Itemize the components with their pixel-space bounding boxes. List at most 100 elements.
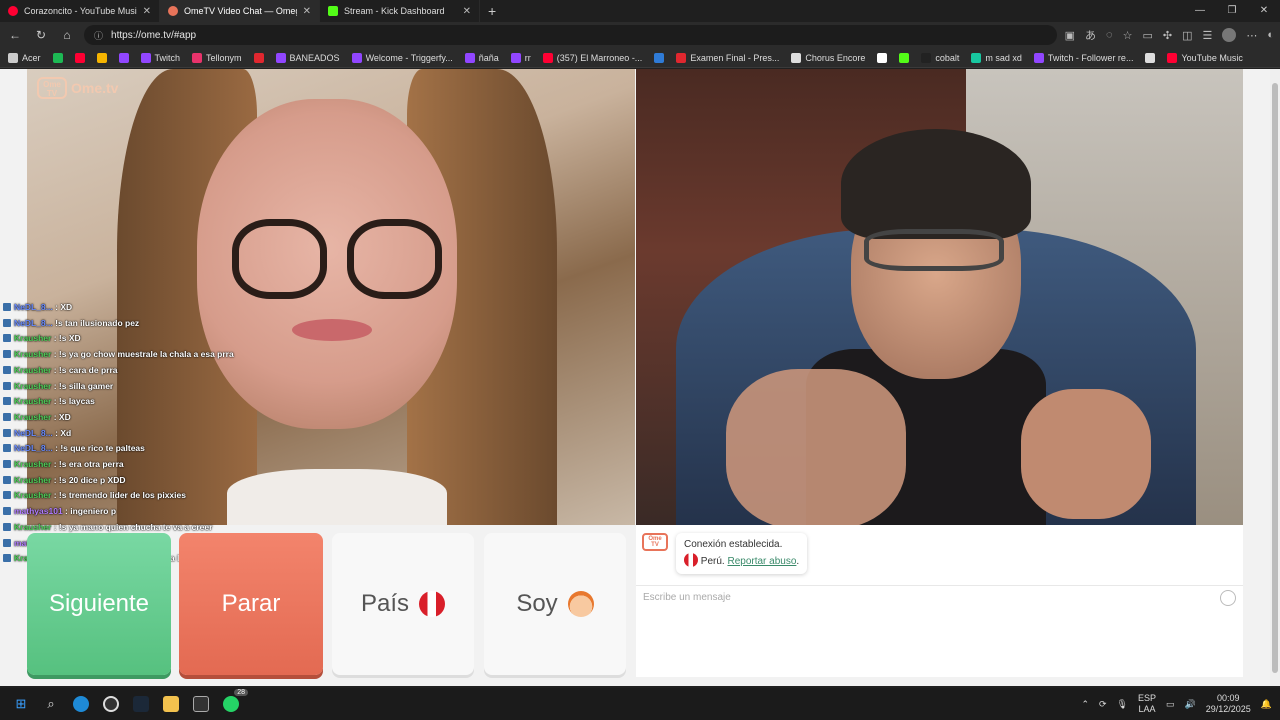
obs-icon[interactable] <box>100 693 122 715</box>
close-icon[interactable]: ✕ <box>303 6 311 17</box>
whatsapp-icon[interactable]: 28 <box>220 689 248 715</box>
language-indicator[interactable]: ESP LAA <box>1138 693 1156 715</box>
bookmark-item[interactable]: Welcome - Triggerfy... <box>351 52 453 63</box>
user-badge-icon <box>3 460 11 469</box>
tab-ometv[interactable]: OmeTV Video Chat — Omegle ✕ <box>160 0 320 22</box>
bookmark-item[interactable]: cobalt <box>921 52 960 63</box>
extensions-icon[interactable]: ✣ <box>1163 29 1172 42</box>
favorite-icon[interactable]: ☆ <box>1123 29 1133 42</box>
bookmark-item[interactable] <box>877 52 888 63</box>
notifications-icon[interactable]: 🔔 <box>1261 699 1272 710</box>
more-tools-icon[interactable]: ◌ <box>1106 29 1113 41</box>
bookmark-item[interactable] <box>1145 52 1156 63</box>
page-scrollbar[interactable] <box>1270 69 1280 686</box>
camera-icon[interactable]: ▭ <box>1142 29 1152 42</box>
bookmark-item[interactable]: Tellonym <box>192 52 242 63</box>
search-icon[interactable]: ⌕ <box>40 693 62 715</box>
url-field[interactable]: ⓘ https://ome.tv/#app <box>84 25 1057 45</box>
copilot-icon[interactable]: ◐ <box>1267 29 1274 41</box>
close-window-icon[interactable]: ✕ <box>1248 0 1280 22</box>
self-video <box>636 69 1243 525</box>
close-icon[interactable]: ✕ <box>143 6 151 17</box>
steam-icon[interactable] <box>130 693 152 715</box>
report-abuse-link[interactable]: Reportar abuso <box>727 556 796 567</box>
close-icon[interactable]: ✕ <box>463 6 471 17</box>
site-info-icon[interactable]: ⓘ <box>94 29 103 42</box>
chat-username: Krausher <box>14 490 52 501</box>
show-hidden-icons[interactable]: ⌃ <box>1081 699 1089 710</box>
address-bar-row: ← ↻ ⌂ ⓘ https://ome.tv/#app ▣ あ ◌ ☆ ▭ ✣ … <box>0 22 1280 48</box>
message-input[interactable]: Escribe un mensaje <box>643 592 1220 603</box>
bookmark-item[interactable] <box>654 52 665 63</box>
clock[interactable]: 00:09 29/12/2025 <box>1206 693 1251 715</box>
stop-button[interactable]: Parar <box>179 533 323 675</box>
chat-text: : ingeniero p <box>65 506 117 517</box>
chat-text: : !s era otra perra <box>53 459 124 470</box>
reload-icon[interactable]: ↻ <box>32 28 50 42</box>
split-screen-icon[interactable]: ◫ <box>1182 29 1192 42</box>
bookmark-item[interactable]: m sad xd <box>971 52 1022 63</box>
microphone-icon[interactable]: 🎙 <box>1117 699 1128 710</box>
volume-icon[interactable]: 🔊 <box>1185 699 1196 710</box>
bookmark-item[interactable]: YouTube Music <box>1167 52 1243 63</box>
bookmark-icon <box>654 52 665 63</box>
windows-start-icon[interactable]: ⊞ <box>10 693 32 715</box>
tab-youtube-music[interactable]: Corazoncito - YouTube Music ✕ <box>0 0 160 22</box>
network-icon[interactable]: ▭ <box>1166 699 1175 710</box>
bookmark-item[interactable]: Twitch - Follower re... <box>1033 52 1133 63</box>
country-button[interactable]: País <box>332 533 474 675</box>
bookmark-item[interactable]: (357) El Marroneo -... <box>542 52 643 63</box>
bookmark-item[interactable]: Chorus Encore <box>791 52 866 63</box>
file-explorer-icon[interactable] <box>160 693 182 715</box>
connection-status: Conexión establecida. <box>684 539 783 550</box>
emoji-icon[interactable] <box>1220 589 1236 606</box>
menu-icon[interactable]: ⋯ <box>1246 29 1257 42</box>
chat-username: NeDL_8... <box>14 302 53 312</box>
bookmark-item[interactable]: Examen Final - Pres... <box>676 52 779 63</box>
bookmark-item[interactable]: Twitch <box>140 52 180 63</box>
bookmark-label: Chorus Encore <box>805 52 866 63</box>
translate-icon[interactable]: あ <box>1085 27 1096 43</box>
notification-badge: 28 <box>234 689 248 696</box>
sync-icon[interactable]: ⟳ <box>1099 699 1107 710</box>
user-badge-icon <box>3 491 11 500</box>
bookmark-item[interactable] <box>118 52 129 63</box>
maximize-icon[interactable]: ❐ <box>1216 0 1248 22</box>
user-badge-icon <box>3 365 11 374</box>
bookmark-item[interactable]: rr <box>510 52 531 63</box>
bookmark-label: (357) El Marroneo -... <box>556 52 643 63</box>
profile-avatar[interactable] <box>1222 28 1237 42</box>
bookmark-label: cobalt <box>935 52 960 63</box>
bookmark-item[interactable]: BANEADOS <box>275 52 340 63</box>
bookmark-item[interactable]: ñaña <box>464 52 499 63</box>
partner-country: Perú. <box>700 556 725 567</box>
bookmark-item[interactable] <box>74 52 85 63</box>
user-badge-icon <box>3 412 11 421</box>
bookmark-item[interactable] <box>253 52 264 63</box>
edge-icon[interactable] <box>70 693 92 715</box>
next-button[interactable]: Siguiente <box>27 533 171 675</box>
app-available-icon[interactable]: ▣ <box>1065 29 1075 42</box>
bookmark-icon <box>676 52 687 63</box>
chat-text: : !s ya mano quien chucha te va a creer <box>53 521 213 532</box>
bookmark-icon <box>921 52 932 63</box>
bookmark-item[interactable]: Acer <box>8 52 41 63</box>
bookmark-icon <box>464 52 475 63</box>
favorites-icon[interactable]: ☰ <box>1202 29 1212 42</box>
bookmark-item[interactable] <box>899 52 910 63</box>
chat-username: NeDL_8... <box>14 317 53 328</box>
tab-kick-dashboard[interactable]: Stream - Kick Dashboard ✕ <box>320 0 480 22</box>
back-icon[interactable]: ← <box>6 28 24 42</box>
bookmark-icon <box>253 52 264 63</box>
bookmark-icon <box>275 52 286 63</box>
home-icon[interactable]: ⌂ <box>58 28 76 42</box>
new-tab-button[interactable]: + <box>480 3 504 19</box>
user-badge-icon <box>3 334 11 343</box>
minimize-icon[interactable]: — <box>1184 0 1216 22</box>
gender-button[interactable]: Soy <box>484 533 626 675</box>
bookmark-item[interactable] <box>96 52 107 63</box>
epic-games-icon[interactable] <box>190 693 212 715</box>
bookmark-label: Tellonym <box>206 52 242 63</box>
chat-text: : Xd <box>55 427 72 438</box>
bookmark-item[interactable] <box>52 52 63 63</box>
